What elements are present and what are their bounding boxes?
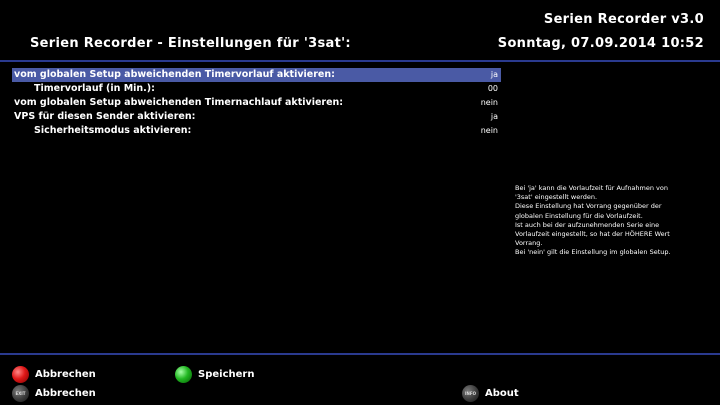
settings-list: vom globalen Setup abweichenden Timervor…: [12, 68, 501, 138]
setting-row-timervorlauf-minuten[interactable]: Timervorlauf (in Min.): 00: [12, 82, 501, 96]
help-text: Bei 'ja' kann die Vorlaufzeit für Aufnah…: [515, 184, 710, 258]
red-cancel-button[interactable]: Abbrechen: [12, 366, 96, 383]
green-save-button[interactable]: Speichern: [175, 366, 254, 383]
setting-value[interactable]: 00: [488, 82, 498, 96]
exit-key-icon: EXIT: [12, 385, 29, 402]
green-button-label: Speichern: [198, 369, 255, 380]
help-line: Diese Einstellung hat Vorrang gegenüber …: [515, 202, 662, 211]
help-line: Ist auch bei der aufzunehmenden Serie ei…: [515, 220, 660, 229]
setting-label: Timervorlauf (in Min.):: [34, 83, 155, 94]
exit-cancel-button[interactable]: EXIT Abbrechen: [12, 385, 96, 402]
setting-row-timernachlauf-aktivieren[interactable]: vom globalen Setup abweichenden Timernac…: [12, 96, 501, 110]
exit-button-label: Abbrechen: [35, 388, 96, 399]
help-line: Bei 'ja' kann die Vorlaufzeit für Aufnah…: [515, 184, 668, 192]
setting-row-vps-aktivieren[interactable]: VPS für diesen Sender aktivieren: ja: [12, 110, 501, 124]
setting-label: Sicherheitsmodus aktivieren:: [34, 125, 192, 136]
datetime: Sonntag, 07.09.2014 10:52: [497, 36, 704, 51]
setting-value[interactable]: nein: [481, 96, 498, 110]
setting-row-timervorlauf-aktivieren[interactable]: vom globalen Setup abweichenden Timervor…: [12, 68, 501, 82]
setting-value[interactable]: ja: [491, 68, 498, 82]
setting-value[interactable]: ja: [491, 110, 498, 124]
info-key-icon: INFO: [462, 385, 479, 402]
top-divider: [0, 60, 720, 62]
setting-label: vom globalen Setup abweichenden Timernac…: [14, 97, 344, 108]
help-line: Vorlaufzeit eingestellt, so hat der HÖHE…: [515, 230, 670, 239]
red-key-icon: [12, 366, 29, 383]
bottom-divider: [0, 353, 720, 355]
app-version: Serien Recorder v3.0: [543, 12, 704, 27]
screen: Serien Recorder v3.0 Serien Recorder - E…: [0, 0, 720, 405]
about-button-label: About: [485, 388, 519, 399]
help-line: globalen Einstellung für die Vorlaufzeit…: [515, 211, 643, 220]
setting-label: VPS für diesen Sender aktivieren:: [14, 111, 196, 122]
green-key-icon: [175, 366, 192, 383]
about-button[interactable]: INFO About: [462, 385, 519, 402]
red-button-label: Abbrechen: [35, 369, 96, 380]
setting-row-sicherheitsmodus[interactable]: Sicherheitsmodus aktivieren: nein: [12, 124, 501, 138]
help-line: '3sat' eingestellt werden.: [515, 193, 598, 202]
setting-value[interactable]: nein: [481, 124, 498, 138]
help-line: Vorrang.: [515, 239, 543, 248]
page-title: Serien Recorder - Einstellungen für '3sa…: [30, 36, 351, 51]
setting-label: vom globalen Setup abweichenden Timervor…: [14, 69, 335, 80]
help-line: Bei 'nein' gilt die Einstellung im globa…: [515, 248, 671, 257]
